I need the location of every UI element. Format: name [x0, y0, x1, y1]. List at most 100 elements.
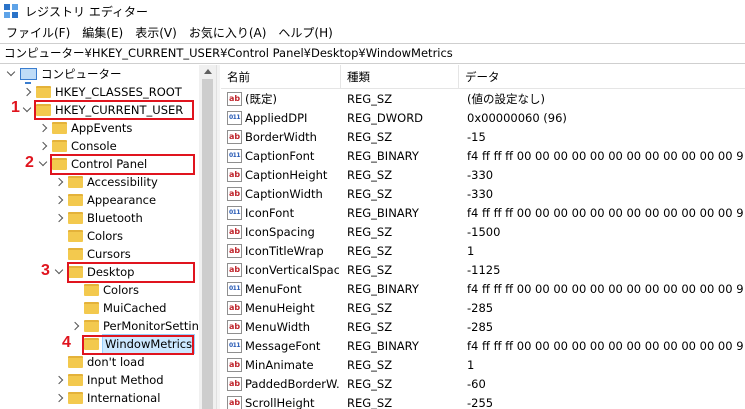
value-row[interactable]: ab MenuHeight REG_SZ -285	[221, 299, 745, 317]
tree-node-label: Input Method	[87, 373, 164, 387]
folder-icon	[68, 230, 83, 242]
chevron-right-icon[interactable]	[54, 173, 64, 191]
tree-node-label: コンピューター	[41, 67, 122, 81]
value-data: 1	[467, 244, 475, 258]
value-type: REG_SZ	[347, 244, 393, 258]
value-data: -60	[467, 377, 486, 391]
value-type: REG_BINARY	[347, 149, 419, 163]
string-value-icon: ab	[227, 225, 242, 239]
menu-bar: ファイル(F) 編集(E) 表示(V) お気に入り(A) ヘルプ(H)	[0, 23, 745, 43]
column-header-type[interactable]: 種類	[341, 65, 459, 89]
chevron-right-icon[interactable]	[70, 317, 80, 335]
value-type: REG_SZ	[347, 301, 393, 315]
tree-node[interactable]: Colors	[54, 227, 123, 245]
tree-node[interactable]: MuiCached	[70, 299, 166, 317]
value-name: MenuFont	[245, 282, 302, 296]
folder-icon	[68, 374, 83, 386]
value-name: MessageFont	[245, 339, 321, 353]
value-name: CaptionFont	[245, 149, 315, 163]
value-type: REG_SZ	[347, 263, 393, 277]
value-type: REG_SZ	[347, 396, 393, 409]
chevron-down-icon[interactable]	[38, 155, 48, 173]
value-name: MenuHeight	[245, 301, 315, 315]
string-value-icon: ab	[227, 396, 242, 409]
value-row[interactable]: 011 AppliedDPI REG_DWORD 0x00000060 (96)	[221, 109, 745, 127]
value-row[interactable]: abIconVerticalSpac... REG_SZ -1125	[221, 261, 745, 279]
value-name: BorderWidth	[245, 130, 317, 144]
value-row[interactable]: 011 IconFont REG_BINARY f4 ff ff ff 00 00 0…	[221, 204, 745, 222]
values-list[interactable]: 名前 種類 データ ab (既定) REG_SZ (値の設定なし) 011 Applied…	[221, 65, 745, 409]
tree-node-label: Console	[71, 139, 117, 153]
string-value-icon: ab	[227, 244, 242, 258]
value-row[interactable]: ab MinAnimate REG_SZ 1	[221, 356, 745, 374]
pane-splitter[interactable]	[216, 65, 220, 409]
value-row[interactable]: 011 MenuFont REG_BINARY f4 ff ff ff 00 00 0…	[221, 280, 745, 298]
value-row[interactable]: ab ScrollHeight REG_SZ -255	[221, 394, 745, 409]
chevron-right-icon[interactable]	[38, 137, 48, 155]
tree-node[interactable]: don't load	[54, 353, 145, 371]
tree-node-label: don't load	[87, 355, 145, 369]
menu-file[interactable]: ファイル(F)	[0, 23, 76, 43]
menu-view[interactable]: 表示(V)	[129, 23, 183, 43]
tree-node[interactable]: コンピューター	[6, 65, 122, 84]
value-type: REG_SZ	[347, 187, 393, 201]
value-data: -255	[467, 396, 494, 409]
tree-node[interactable]: AppEvents	[38, 119, 132, 137]
tree-node[interactable]: International	[54, 389, 160, 407]
folder-icon	[68, 212, 83, 224]
tree-node[interactable]: Bluetooth	[54, 209, 143, 227]
value-type: REG_SZ	[347, 225, 393, 239]
value-data: -1125	[467, 263, 501, 277]
value-row[interactable]: ab IconTitleWrap REG_SZ 1	[221, 242, 745, 260]
value-row[interactable]: ab CaptionWidth REG_SZ -330	[221, 185, 745, 203]
registry-editor-icon	[4, 4, 19, 19]
value-data: (値の設定なし)	[467, 92, 545, 106]
folder-icon	[68, 176, 83, 188]
value-row[interactable]: ab CaptionHeight REG_SZ -330	[221, 166, 745, 184]
tree-node-label: MuiCached	[103, 301, 167, 315]
string-value-icon: ab	[227, 92, 242, 106]
value-row[interactable]: 011 CaptionFont REG_BINARY f4 ff ff ff 00 0…	[221, 147, 745, 165]
address-bar[interactable]: コンピューター¥HKEY_CURRENT_USER¥Control Panel¥…	[0, 43, 745, 64]
chevron-right-icon[interactable]	[54, 371, 64, 389]
menu-help[interactable]: ヘルプ(H)	[272, 23, 338, 43]
menu-favorites[interactable]: お気に入り(A)	[183, 23, 273, 43]
folder-icon	[68, 356, 83, 368]
chevron-down-icon[interactable]	[22, 101, 32, 119]
value-row[interactable]: ab (既定) REG_SZ (値の設定なし)	[221, 90, 745, 108]
binary-value-icon: 011	[227, 206, 242, 220]
scroll-up-arrow-icon[interactable]	[204, 69, 212, 74]
value-data: f4 ff ff ff 00 00 00 00 00 00 00 00 00 0…	[467, 206, 743, 220]
value-row[interactable]: ab MenuWidth REG_SZ -285	[221, 318, 745, 336]
chevron-right-icon[interactable]	[38, 119, 48, 137]
value-name: MinAnimate	[245, 358, 314, 372]
tree-node[interactable]: Colors	[70, 281, 139, 299]
tree-scroll-thumb[interactable]	[202, 79, 213, 409]
chevron-right-icon[interactable]	[54, 209, 64, 227]
chevron-right-icon[interactable]	[54, 191, 64, 209]
value-row[interactable]: ab IconSpacing REG_SZ -1500	[221, 223, 745, 241]
value-row[interactable]: ab PaddedBorderW... REG_SZ -60	[221, 375, 745, 393]
value-name: IconSpacing	[245, 225, 315, 239]
folder-icon	[68, 392, 83, 404]
menu-edit[interactable]: 編集(E)	[76, 23, 129, 43]
column-header-data[interactable]: データ	[459, 65, 745, 89]
tree-node[interactable]: Input Method	[54, 371, 164, 389]
tree-node[interactable]: Appearance	[54, 191, 156, 209]
string-value-icon: ab	[227, 168, 242, 182]
chevron-down-icon[interactable]	[6, 65, 16, 83]
value-name: AppliedDPI	[245, 111, 308, 125]
value-row[interactable]: 011 MessageFont REG_BINARY f4 ff ff ff 00 0…	[221, 337, 745, 355]
column-header-name[interactable]: 名前	[221, 65, 341, 89]
chevron-down-icon[interactable]	[54, 263, 64, 281]
tree-scrollbar[interactable]	[199, 65, 216, 409]
chevron-right-icon[interactable]	[54, 389, 64, 407]
tree-node[interactable]: Console	[38, 137, 117, 155]
value-row[interactable]: ab BorderWidth REG_SZ -15	[221, 128, 745, 146]
tree-node[interactable]: HKEY_CLASSES_ROOT	[22, 83, 182, 101]
tree-node[interactable]: PerMonitorSettin	[70, 317, 199, 335]
chevron-right-icon[interactable]	[22, 83, 32, 101]
tree-node[interactable]: Accessibility	[54, 173, 158, 191]
tree-node[interactable]: Cursors	[54, 245, 131, 263]
